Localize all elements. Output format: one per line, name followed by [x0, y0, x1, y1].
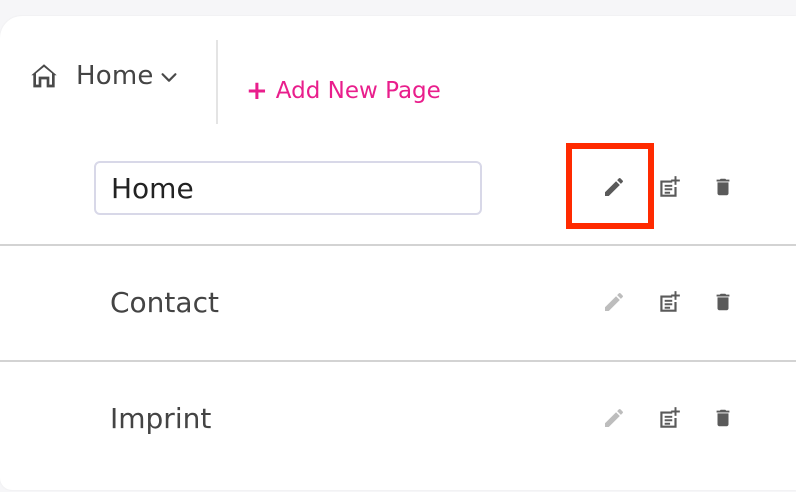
trash-icon: [716, 409, 730, 427]
current-page-label: Home: [76, 61, 154, 91]
delete-page-button[interactable]: [707, 286, 739, 318]
pencil-icon: [605, 408, 624, 427]
add-subpage-button[interactable]: [653, 402, 685, 434]
chevron-down-icon: [158, 66, 180, 88]
add-subpage-icon: [660, 407, 680, 428]
add-subpage-icon: [660, 176, 680, 197]
trash-icon: [716, 178, 730, 196]
add-new-page-label: Add New Page: [275, 78, 441, 104]
edit-page-button[interactable]: [598, 171, 630, 203]
add-subpage-icon: [660, 291, 680, 312]
edit-page-button[interactable]: [598, 286, 630, 318]
pencil-icon: [605, 177, 624, 196]
page-row-actions: [598, 362, 748, 476]
delete-page-button[interactable]: [707, 171, 739, 203]
trash-icon: [716, 293, 730, 311]
delete-page-button[interactable]: [707, 402, 739, 434]
page-list: Contact: [0, 130, 796, 476]
pages-panel: Home + Add New Page Home Contact Imprint: [0, 16, 796, 490]
page-row-home: [0, 130, 796, 246]
page-name: Imprint: [110, 402, 212, 435]
pages-toolbar: Home + Add New Page: [0, 16, 796, 128]
current-page-dropdown[interactable]: Home: [28, 56, 180, 96]
page-row-imprint: Imprint: [0, 362, 796, 476]
page-name: Contact: [110, 286, 219, 319]
page-name-input[interactable]: [94, 161, 482, 215]
toolbar-divider: [216, 40, 218, 124]
add-new-page-button[interactable]: + Add New Page: [246, 74, 441, 108]
plus-icon: +: [246, 76, 268, 106]
add-subpage-button[interactable]: [653, 171, 685, 203]
page-row-contact: Contact: [0, 246, 796, 362]
pencil-icon: [605, 292, 624, 311]
page-row-actions: [598, 130, 748, 244]
add-subpage-button[interactable]: [653, 286, 685, 318]
edit-page-button[interactable]: [598, 402, 630, 434]
page-row-actions: [598, 246, 748, 360]
home-icon: [28, 59, 62, 93]
